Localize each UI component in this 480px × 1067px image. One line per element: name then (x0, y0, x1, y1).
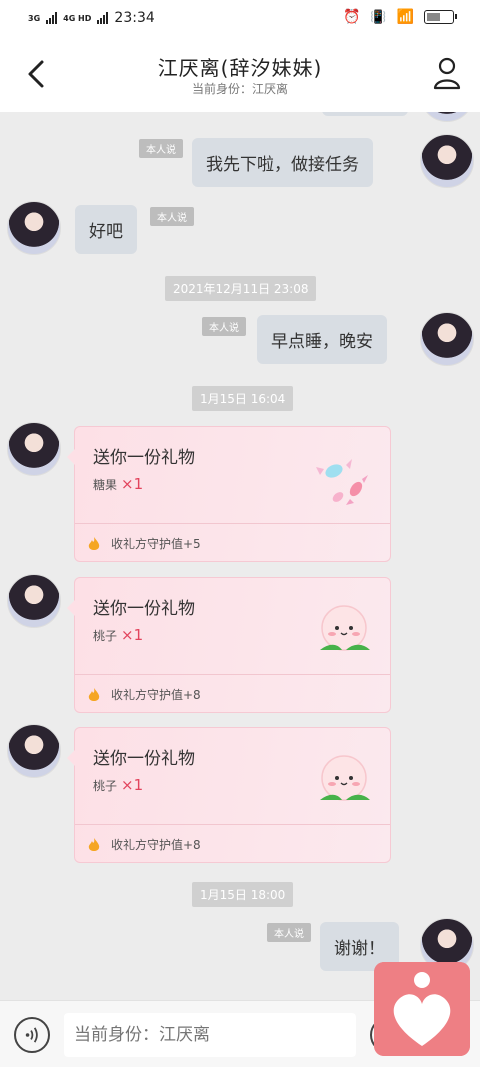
gift-quantity: ×1 (121, 626, 144, 644)
message-list[interactable]: 本人说 我先下啦，做接任务 好吧 本人说 2021年12月11日 23:08 本… (0, 112, 480, 1000)
wifi-icon: 📶 (396, 9, 414, 25)
status-bar: 3G 4G HD 23:34 ⏰ 📳 📶 (0, 0, 480, 36)
current-identity: 当前身份：江厌离 (191, 82, 288, 96)
chat-header: 江厌离(辞汐妹妹) 当前身份：江厌离 (0, 36, 480, 112)
avatar-self[interactable] (420, 134, 474, 188)
message-bubble-partial (322, 112, 408, 116)
gift-item-name: 桃子 (93, 779, 118, 793)
gift-item-name: 桃子 (93, 629, 118, 643)
gift-card[interactable]: 送你一份礼物 桃子 ×1 收礼方守护值+8 (67, 727, 391, 863)
message-bubble[interactable]: 好吧 (75, 205, 137, 254)
avatar-self[interactable] (420, 112, 474, 122)
chat-title: 江厌离(辞汐妹妹) (157, 56, 323, 80)
peach-icon (320, 605, 370, 651)
gift-title: 送你一份礼物 (93, 749, 195, 769)
gift-divider (75, 523, 390, 524)
timestamp: 2021年12月11日 23:08 (165, 276, 317, 301)
gift-footer: 收礼方守护值+5 (87, 535, 201, 552)
voice-icon[interactable] (14, 1017, 50, 1053)
avatar-contact[interactable] (7, 201, 61, 255)
gift-item: 桃子 ×1 (93, 776, 143, 794)
gift-divider (75, 824, 390, 825)
sender-tag: 本人说 (267, 923, 311, 942)
clock: 23:34 (114, 10, 155, 26)
timestamp: 1月15日 16:04 (192, 386, 294, 411)
avatar-self[interactable] (420, 312, 474, 366)
profile-icon[interactable] (432, 56, 462, 90)
heart-badge-icon[interactable] (374, 962, 470, 1056)
avatar-contact[interactable] (7, 422, 61, 476)
gift-quantity: ×1 (121, 776, 144, 794)
gift-footer-text: 收礼方守护值+8 (111, 688, 201, 702)
gift-title: 送你一份礼物 (93, 599, 195, 619)
message-bubble[interactable]: 早点睡，晚安 (257, 315, 387, 364)
message-bubble[interactable]: 我先下啦，做接任务 (192, 138, 373, 187)
signal-icon (97, 12, 109, 24)
signal-icon (46, 12, 58, 24)
peach-icon (320, 755, 370, 801)
alarm-icon: ⏰ (342, 9, 361, 25)
gift-title: 送你一份礼物 (93, 448, 195, 468)
gift-item-name: 糖果 (93, 478, 118, 492)
gift-card[interactable]: 送你一份礼物 桃子 ×1 收礼方守护值+8 (67, 577, 391, 713)
gift-footer-text: 收礼方守护值+8 (111, 838, 201, 852)
vibrate-icon: 📳 (370, 9, 387, 25)
network-label-3g: 3G (28, 13, 41, 23)
sender-tag: 本人说 (139, 139, 183, 158)
gift-quantity: ×1 (121, 475, 144, 493)
message-input[interactable] (64, 1013, 356, 1057)
gift-item: 糖果 ×1 (93, 475, 143, 493)
candy-icon (316, 459, 368, 505)
network-label-4g: 4G HD (63, 13, 92, 23)
battery-fill (427, 13, 441, 21)
avatar-contact[interactable] (7, 574, 61, 628)
flame-icon (88, 536, 100, 550)
timestamp: 1月15日 18:00 (192, 882, 294, 907)
gift-footer: 收礼方守护值+8 (87, 686, 201, 703)
flame-icon (88, 687, 100, 701)
gift-divider (75, 674, 390, 675)
sender-tag: 本人说 (150, 207, 194, 226)
gift-card[interactable]: 送你一份礼物 糖果 ×1 收礼方守护值+5 (67, 426, 391, 562)
battery-icon (424, 10, 457, 24)
flame-icon (88, 837, 100, 851)
gift-item: 桃子 ×1 (93, 626, 143, 644)
sender-tag: 本人说 (202, 317, 246, 336)
gift-footer-text: 收礼方守护值+5 (111, 537, 201, 551)
avatar-contact[interactable] (7, 724, 61, 778)
gift-footer: 收礼方守护值+8 (87, 836, 201, 853)
